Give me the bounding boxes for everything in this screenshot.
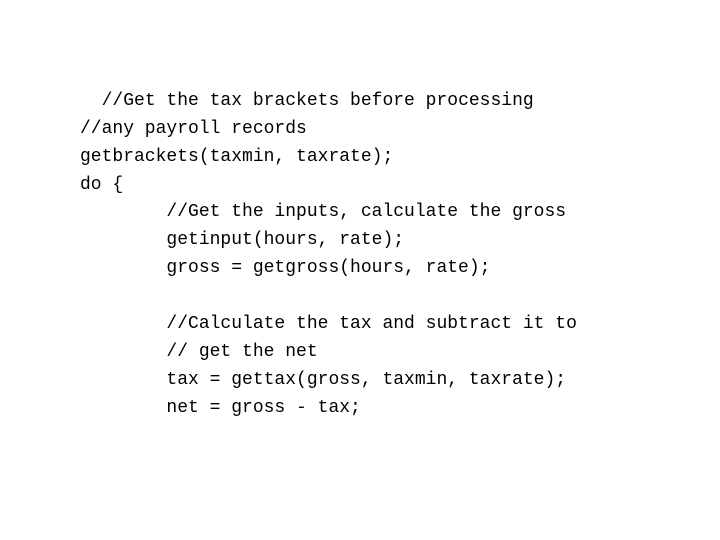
code-line-3: getbrackets(taxmin, taxrate);	[80, 147, 393, 167]
code-line-8	[80, 286, 91, 306]
code-line-9: //Calculate the tax and subtract it to	[80, 314, 577, 334]
code-line-4: do {	[80, 175, 123, 195]
code-line-7: gross = getgross(hours, rate);	[80, 258, 490, 278]
code-line-10: // get the net	[80, 342, 318, 362]
code-block: //Get the tax brackets before processing…	[0, 0, 657, 483]
code-line-1: //Get the tax brackets before processing	[102, 91, 534, 111]
code-line-12: net = gross - tax;	[80, 398, 361, 418]
code-line-6: getinput(hours, rate);	[80, 230, 404, 250]
code-line-5: //Get the inputs, calculate the gross	[80, 202, 566, 222]
code-line-11: tax = gettax(gross, taxmin, taxrate);	[80, 370, 566, 390]
code-line-2: //any payroll records	[80, 119, 307, 139]
